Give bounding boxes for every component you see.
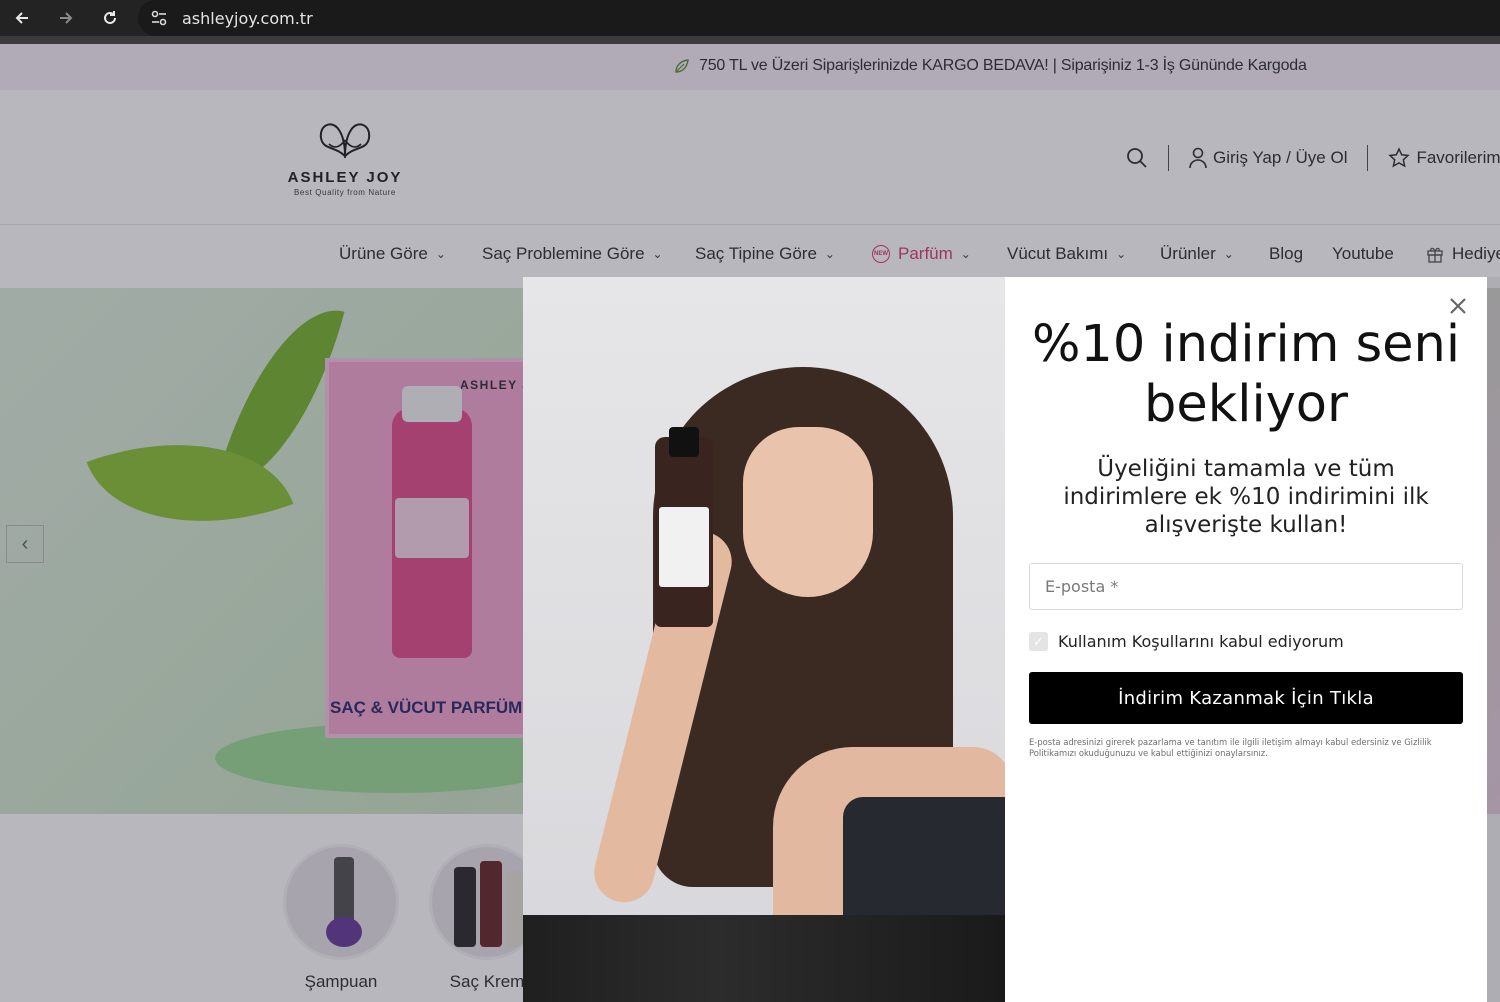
arrow-right-icon[interactable] bbox=[44, 0, 88, 36]
modal-subtitle: Üyeliğini tamamla ve tüm indirimlere ek … bbox=[1063, 456, 1429, 538]
modal-title: %10 indirim seni bekliyor bbox=[1031, 315, 1461, 434]
spray-head bbox=[669, 427, 699, 457]
discount-modal: %10 indirim seni bekliyor Üyeliğini tama… bbox=[1005, 277, 1487, 1002]
address-bar[interactable]: ashleyjoy.com.tr bbox=[138, 0, 1500, 36]
modal-promo-image bbox=[523, 277, 1005, 1002]
terms-consent[interactable]: ✓ Kullanım Koşullarını kabul ediyorum bbox=[1029, 632, 1344, 651]
browser-toolbar: ashleyjoy.com.tr bbox=[0, 0, 1500, 36]
model-face bbox=[743, 427, 873, 597]
claim-discount-button[interactable]: İndirim Kazanmak İçin Tıkla bbox=[1029, 672, 1463, 724]
marble-surface bbox=[523, 915, 1005, 1002]
email-field[interactable] bbox=[1029, 563, 1463, 610]
slider-edge bbox=[1487, 277, 1500, 1002]
tune-icon[interactable] bbox=[148, 7, 170, 29]
url-text[interactable]: ashleyjoy.com.tr bbox=[182, 9, 313, 28]
arrow-left-icon[interactable] bbox=[0, 0, 44, 36]
browser-divider bbox=[0, 36, 1500, 44]
terms-checkbox[interactable]: ✓ bbox=[1029, 632, 1048, 651]
terms-label[interactable]: Kullanım Koşullarını kabul ediyorum bbox=[1058, 632, 1344, 651]
spray-label bbox=[659, 507, 709, 587]
reload-icon[interactable] bbox=[88, 0, 132, 36]
legal-notice: E-posta adresinizi girerek pazarlama ve … bbox=[1029, 737, 1432, 758]
